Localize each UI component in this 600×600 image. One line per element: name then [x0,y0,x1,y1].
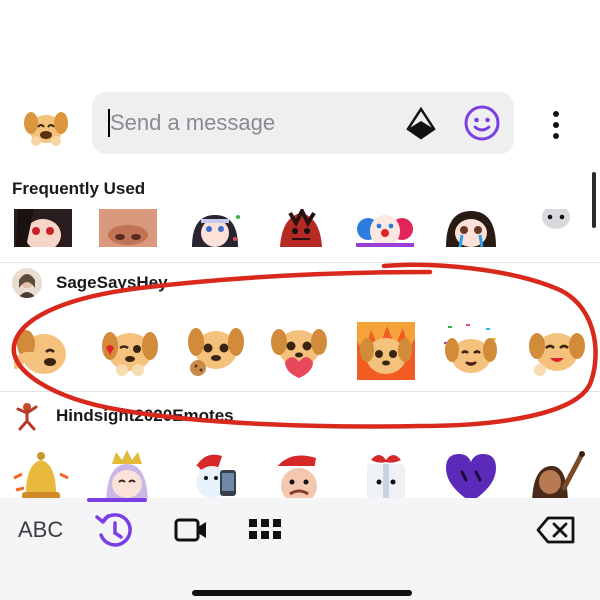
emote-santa-face[interactable] [270,448,328,498]
emote-red-creature[interactable] [272,207,330,247]
emote-clown[interactable] [356,209,414,247]
more-options-icon[interactable] [544,105,568,145]
avatar [12,268,42,298]
hindsight2020emotes-emote-row [0,446,600,498]
recent-emotes-tab[interactable] [93,509,137,553]
emote-crying-girl[interactable] [186,209,244,247]
emote-dog-confetti[interactable] [442,322,500,380]
grid-icon[interactable] [248,517,282,541]
home-indicator[interactable] [192,590,412,596]
message-bar [0,85,600,165]
section-divider [0,262,600,263]
emote-purple-heart[interactable] [442,448,500,498]
frequently-used-row [0,207,600,247]
emote-dog-dab[interactable] [11,322,72,380]
section-divider [0,391,600,392]
message-input[interactable] [110,102,370,144]
emote-dog-heart[interactable] [270,322,328,380]
scrollbar-thumb[interactable] [592,172,596,228]
emote-anime-girl-red-eyes[interactable] [14,209,72,247]
abc-keyboard-button[interactable]: ABC [18,517,63,543]
sticker-toggle-icon[interactable] [22,105,70,149]
channel-header-sagesayshey: SageSaysHey [0,264,600,304]
emote-bell[interactable] [12,448,70,498]
emote-dog-fire[interactable] [357,322,415,380]
channel-name: Hindsight2020Emotes [56,406,234,425]
emote-picker-icon[interactable] [463,104,501,142]
frequently-used-title: Frequently Used [12,179,146,198]
emoji-keyboard-toolbar: ABC [0,498,600,600]
emote-dog-laugh[interactable] [528,322,586,380]
emote-dog-cookie[interactable] [186,322,244,380]
channel-name: SageSaysHey [56,273,168,292]
emote-guitar-player[interactable] [528,448,586,498]
bits-icon[interactable] [404,106,438,141]
channel-header-hindsight2020emotes: Hindsight2020Emotes [0,397,600,437]
emote-gift-box[interactable] [357,448,415,498]
screen: Frequently Used [0,0,600,600]
emote-crying-anime[interactable] [442,209,500,247]
message-input-container[interactable] [92,92,514,154]
avatar [12,401,42,431]
sagesayshey-emote-row [0,318,600,382]
emote-pale-face[interactable] [538,207,574,231]
backspace-icon[interactable] [536,515,576,545]
emote-dog-wink-heart[interactable] [100,322,158,380]
emote-gamer-santa[interactable] [186,448,244,498]
active-tab-indicator [87,498,147,502]
emote-nose-closeup[interactable] [99,209,157,247]
emote-crowned-girl[interactable] [98,448,156,498]
video-icon[interactable] [174,516,208,544]
